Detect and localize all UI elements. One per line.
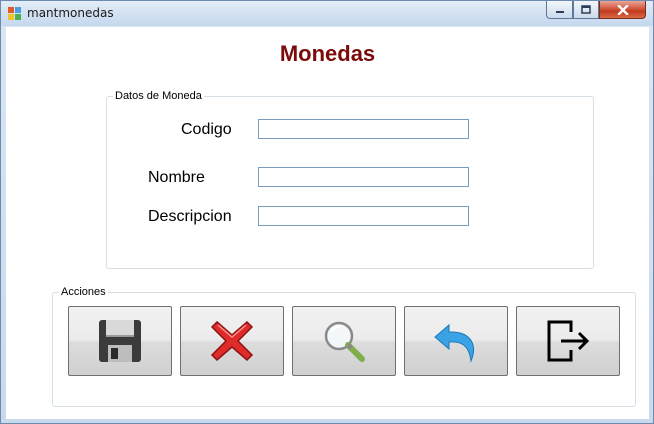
datos-legend: Datos de Moneda [113, 90, 204, 102]
maximize-icon [581, 5, 591, 14]
app-window: mantmonedas Monedas Datos de Moneda Codi… [0, 0, 654, 424]
app-icon [8, 7, 21, 20]
floppy-disk-icon [99, 320, 141, 362]
close-button[interactable] [599, 1, 646, 19]
delete-button[interactable] [180, 306, 284, 376]
acciones-legend: Acciones [59, 286, 108, 298]
red-x-icon [210, 320, 254, 362]
magnifier-icon [324, 321, 365, 362]
codigo-label: Codigo [181, 121, 232, 138]
descripcion-label: Descripcion [148, 208, 232, 225]
save-button[interactable] [68, 306, 172, 376]
form-client-area: Monedas Datos de Moneda Codigo Nombre De… [6, 27, 649, 419]
maximize-button[interactable] [573, 1, 599, 19]
minimize-icon [555, 10, 564, 13]
title-bar[interactable]: mantmonedas [1, 1, 653, 26]
search-button[interactable] [292, 306, 396, 376]
exit-button[interactable] [516, 306, 620, 376]
window-title: mantmonedas [27, 6, 114, 20]
minimize-button[interactable] [546, 1, 573, 19]
undo-button[interactable] [404, 306, 508, 376]
close-icon [616, 4, 629, 15]
descripcion-input[interactable] [258, 206, 469, 226]
codigo-input[interactable] [258, 119, 469, 139]
nombre-label: Nombre [148, 169, 205, 186]
form-title: Monedas [279, 41, 376, 66]
undo-arrow-icon [434, 323, 474, 363]
exit-door-icon [547, 320, 590, 362]
nombre-input[interactable] [258, 167, 469, 187]
